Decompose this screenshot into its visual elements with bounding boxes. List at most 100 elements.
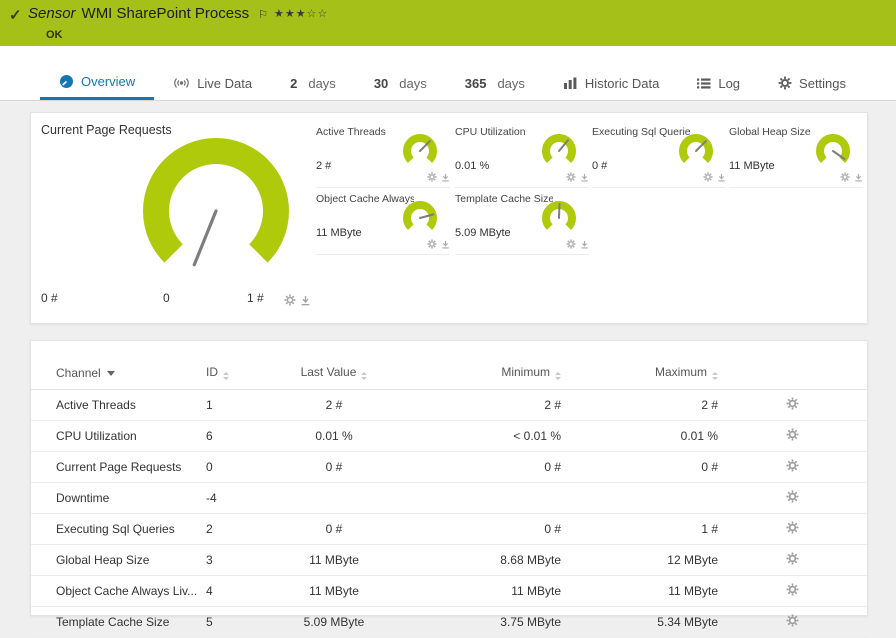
- table-row[interactable]: Executing Sql Queries 2 0 # 0 # 1 #: [31, 514, 867, 545]
- gauge-download-icon[interactable]: [441, 240, 450, 249]
- channel-minimum: [397, 483, 561, 514]
- gauge-settings-gear-icon[interactable]: [566, 172, 576, 182]
- channel-settings-wrench-icon[interactable]: [786, 428, 799, 441]
- tab-30-days-label: days: [399, 76, 426, 91]
- bar-chart-icon: [563, 77, 578, 90]
- channel-last-value: [271, 483, 397, 514]
- tab-log[interactable]: Log: [678, 66, 759, 100]
- tab-settings[interactable]: Settings: [759, 66, 865, 100]
- gauge-tile: Executing Sql Queries 0 #: [592, 123, 726, 188]
- table-row[interactable]: Object Cache Always Liv... 4 11 MByte 11…: [31, 576, 867, 607]
- column-header-minimum[interactable]: Minimum: [397, 359, 561, 390]
- small-gauge: [676, 129, 716, 169]
- gauge-download-icon[interactable]: [717, 173, 726, 182]
- priority-flag-icon[interactable]: ⚐: [258, 9, 268, 21]
- small-gauge: [813, 129, 853, 169]
- sensor-header: ✓ SensorWMI SharePoint Process⚐★★★☆☆ OK: [0, 0, 896, 46]
- main-gauge-max-label: 1 #: [247, 291, 264, 305]
- gauge-settings-gear-icon[interactable]: [840, 172, 850, 182]
- gauge-tile-actions: [427, 239, 450, 249]
- gauge-download-icon[interactable]: [580, 240, 589, 249]
- channel-last-value: 2 #: [271, 390, 397, 421]
- channel-minimum: 0 #: [397, 514, 561, 545]
- channel-name: Downtime: [31, 483, 206, 514]
- channel-name: Object Cache Always Liv...: [31, 576, 206, 607]
- table-header-row: Channel ID Last Value Minimum Maximum: [31, 359, 867, 390]
- gauge-download-icon[interactable]: [300, 295, 311, 306]
- table-row[interactable]: Current Page Requests 0 0 # 0 # 0 #: [31, 452, 867, 483]
- channel-settings-wrench-icon[interactable]: [786, 552, 799, 565]
- channel-maximum: [561, 483, 718, 514]
- channel-settings-wrench-icon[interactable]: [786, 397, 799, 410]
- gauge-download-icon[interactable]: [854, 173, 863, 182]
- tab-live-data[interactable]: Live Data: [154, 66, 271, 100]
- column-header-channel[interactable]: Channel: [31, 359, 206, 390]
- sort-desc-icon: [107, 371, 115, 376]
- channel-last-value: 0 #: [271, 514, 397, 545]
- channel-id: 1: [206, 390, 271, 421]
- channel-settings-wrench-icon[interactable]: [786, 490, 799, 503]
- gauges-panel: Current Page Requests 0 # 0 1 #: [30, 112, 868, 324]
- channel-settings-wrench-icon[interactable]: [786, 459, 799, 472]
- gauge-tile-actions: [703, 172, 726, 182]
- channel-id: -4: [206, 483, 271, 514]
- gauge-settings-gear-icon[interactable]: [703, 172, 713, 182]
- gauge-settings-gear-icon[interactable]: [284, 294, 296, 306]
- channel-settings-wrench-icon[interactable]: [786, 583, 799, 596]
- small-gauge: [539, 196, 579, 236]
- channel-settings-wrench-icon[interactable]: [786, 521, 799, 534]
- status-badge: OK: [46, 29, 63, 41]
- tab-historic-data[interactable]: Historic Data: [544, 66, 678, 100]
- channel-maximum: 0 #: [561, 452, 718, 483]
- gauge-settings-gear-icon[interactable]: [427, 172, 437, 182]
- column-header-maximum[interactable]: Maximum: [561, 359, 718, 390]
- broadcast-icon: [173, 76, 190, 90]
- tab-historic-data-label: Historic Data: [585, 76, 659, 91]
- channel-id: 6: [206, 421, 271, 452]
- table-row[interactable]: Active Threads 1 2 # 2 # 2 #: [31, 390, 867, 421]
- tab-30-days[interactable]: 30days: [355, 66, 446, 100]
- tab-365-days[interactable]: 365days: [446, 66, 544, 100]
- tab-365-days-number: 365: [465, 76, 487, 91]
- page-title: SensorWMI SharePoint Process⚐★★★☆☆: [28, 5, 328, 22]
- channel-id: 5: [206, 607, 271, 638]
- table-row[interactable]: Global Heap Size 3 11 MByte 8.68 MByte 1…: [31, 545, 867, 576]
- tab-log-label: Log: [718, 76, 740, 91]
- channel-maximum: 2 #: [561, 390, 718, 421]
- gauge-tile-value: 5.09 MByte: [455, 227, 511, 239]
- channel-name: Template Cache Size: [31, 607, 206, 638]
- priority-stars[interactable]: ★★★☆☆: [274, 8, 328, 20]
- channel-minimum: 0 #: [397, 452, 561, 483]
- table-row[interactable]: CPU Utilization 6 0.01 % < 0.01 % 0.01 %: [31, 421, 867, 452]
- sort-icon: [223, 372, 229, 380]
- column-header-last-value[interactable]: Last Value: [271, 359, 397, 390]
- tab-overview-label: Overview: [81, 74, 135, 89]
- gauge-tile-value: 11 MByte: [729, 160, 775, 172]
- status-ok-check-icon: ✓: [9, 6, 22, 24]
- table-row[interactable]: Template Cache Size 5 5.09 MByte 3.75 MB…: [31, 607, 867, 638]
- sort-icon: [712, 372, 718, 380]
- column-header-id[interactable]: ID: [206, 359, 271, 390]
- tab-2-days[interactable]: 2days: [271, 66, 355, 100]
- channel-minimum: 11 MByte: [397, 576, 561, 607]
- tab-overview[interactable]: Overview: [40, 66, 154, 100]
- sensor-kicker: Sensor: [28, 5, 76, 22]
- main-gauge-needle: [194, 211, 216, 265]
- gauge-tile-value: 0.01 %: [455, 160, 489, 172]
- channel-name: Global Heap Size: [31, 545, 206, 576]
- main-gauge-min-label: 0: [163, 291, 170, 305]
- gauge-settings-gear-icon[interactable]: [427, 239, 437, 249]
- gauge-download-icon[interactable]: [580, 173, 589, 182]
- gauge-tile-title: Global Heap Size: [729, 126, 811, 138]
- channels-panel: Channel ID Last Value Minimum Maximum Ac…: [30, 340, 868, 616]
- channel-id: 3: [206, 545, 271, 576]
- gauge-tile: Template Cache Size 5.09 MByte: [455, 190, 589, 255]
- channel-minimum: 3.75 MByte: [397, 607, 561, 638]
- gauge-tile: Object Cache Always L... 11 MByte: [316, 190, 450, 255]
- column-header-tools: [718, 359, 867, 390]
- table-row[interactable]: Downtime -4: [31, 483, 867, 514]
- gauge-download-icon[interactable]: [441, 173, 450, 182]
- gauge-tile-actions: [566, 172, 589, 182]
- gauge-settings-gear-icon[interactable]: [566, 239, 576, 249]
- tab-2-days-number: 2: [290, 76, 297, 91]
